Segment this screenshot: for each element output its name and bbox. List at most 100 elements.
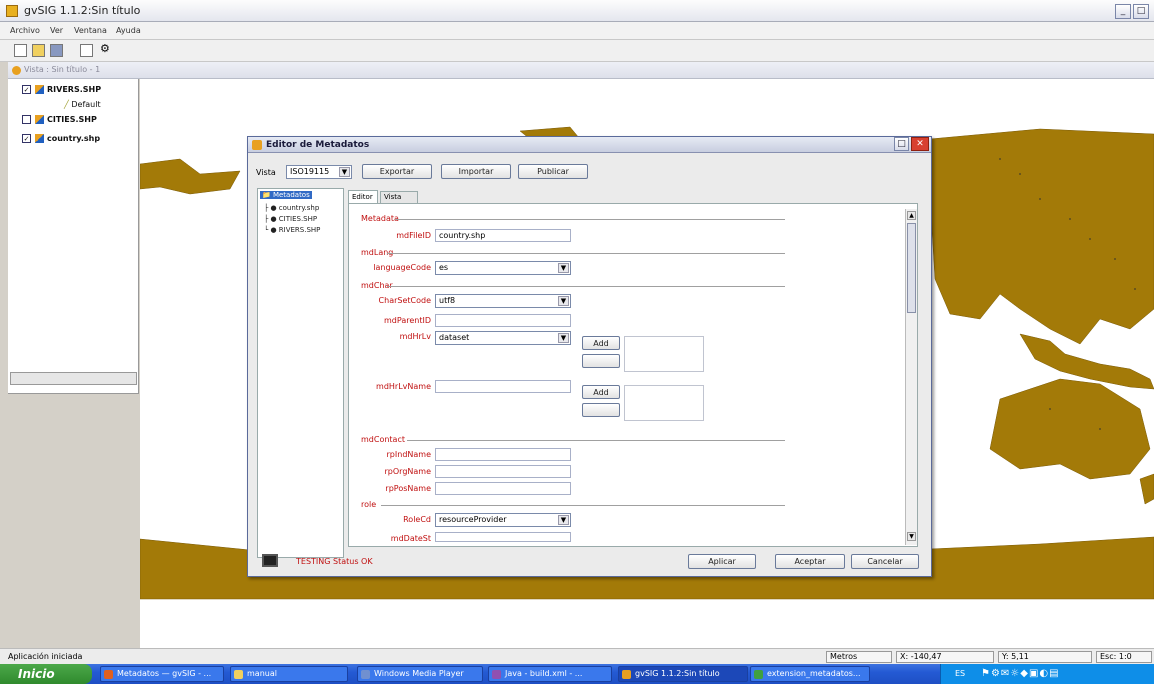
tree-item[interactable]: ├ ● CITIES.SHP [264, 215, 317, 223]
mdparentid-label: mdParentID [384, 316, 431, 325]
task-button[interactable]: Java - build.xml - ... [488, 666, 612, 682]
layer-icon [35, 115, 44, 124]
mdhrlvname-field[interactable] [435, 380, 571, 393]
menu-ver[interactable]: Ver [50, 26, 63, 35]
task-button[interactable]: Windows Media Player [357, 666, 483, 682]
editor-vertical-scrollbar[interactable]: ▲ ▼ [905, 209, 917, 545]
minimize-button[interactable]: _ [1115, 4, 1131, 19]
app-title-bar: gvSIG 1.1.2:Sin título _ □ [0, 0, 1154, 22]
tab-editor[interactable]: Editor [348, 190, 378, 204]
rpposname-field[interactable] [435, 482, 571, 495]
chevron-down-icon: ▼ [558, 263, 569, 273]
tree-item[interactable]: └ ● RIVERS.SHP [264, 226, 320, 234]
mdparentid-field[interactable] [435, 314, 571, 327]
window-icon[interactable] [80, 44, 93, 57]
add-button[interactable]: Add [582, 336, 620, 350]
layer-checkbox[interactable]: ✓ [22, 85, 31, 94]
layer-cities[interactable]: CITIES.SHP [22, 115, 97, 129]
y-coordinate-cell: Y: 5,11 [998, 651, 1092, 663]
mdhrlv-list[interactable] [624, 336, 704, 372]
dialog-close-button[interactable]: ✕ [911, 137, 929, 151]
chevron-down-icon: ▼ [558, 296, 569, 306]
maximize-button[interactable]: □ [1133, 4, 1149, 19]
charsetcode-select[interactable]: utf8 ▼ [435, 294, 571, 308]
toc-horizontal-scrollbar[interactable] [10, 372, 137, 385]
remove-button[interactable] [582, 354, 620, 368]
layer-icon [35, 85, 44, 94]
section-role: role [361, 500, 377, 509]
mdfileid-field[interactable]: country.shp [435, 229, 571, 242]
cancel-button[interactable]: Cancelar [851, 554, 919, 569]
scroll-down-icon[interactable]: ▼ [907, 532, 916, 541]
task-button[interactable]: manual [230, 666, 348, 682]
publish-button[interactable]: Publicar [518, 164, 588, 179]
view-icon [12, 66, 21, 75]
new-icon[interactable] [14, 44, 27, 57]
task-button[interactable]: Metadatos — gvSIG - ... [100, 666, 224, 682]
rpposname-label: rpPosName [385, 484, 431, 493]
save-icon[interactable] [50, 44, 63, 57]
australia-land [989, 378, 1151, 480]
layer-rivers[interactable]: ✓ RIVERS.SHP [22, 85, 101, 99]
rolecode-label: RoleCd [403, 515, 431, 524]
editor-icon [252, 140, 262, 150]
app-title: gvSIG 1.1.2:Sin título [24, 4, 141, 17]
open-icon[interactable] [32, 44, 45, 57]
tools-icon[interactable]: ⚙ [100, 42, 113, 55]
layer-country[interactable]: ✓ country.shp [22, 134, 100, 148]
remove-button[interactable] [582, 403, 620, 417]
menu-ventana[interactable]: Ventana [74, 26, 107, 35]
section-metadata: Metadata [361, 214, 399, 223]
locator-panel [8, 393, 139, 648]
tray-icons[interactable]: ⚑⚙✉☼◆▣◐▤ [981, 668, 1060, 679]
status-text: TESTING Status OK [296, 557, 373, 566]
status-message: Aplicación iniciada [8, 652, 83, 661]
tree-item[interactable]: ├ ● country.shp [264, 204, 319, 212]
layer-checkbox[interactable]: ✓ [22, 134, 31, 143]
asia-land [929, 128, 1154, 345]
status-bar: Aplicación iniciada Metros X: -140,47 Y:… [0, 648, 1154, 664]
charsetcode-label: CharSetCode [378, 296, 431, 305]
dialog-title-bar: Editor de Metadatos □ ✕ [248, 137, 931, 153]
mddatest-label: mdDateSt [390, 534, 431, 543]
layer-checkbox[interactable] [22, 115, 31, 124]
apply-button[interactable]: Aplicar [688, 554, 756, 569]
metadata-editor-dialog: Editor de Metadatos □ ✕ Vista ISO19115 ▼ … [247, 136, 932, 577]
mdhrlvname-label: mdHrLvName [376, 382, 431, 391]
units-cell: Metros [826, 651, 892, 663]
import-button[interactable]: Importar [441, 164, 511, 179]
dialog-maximize-button[interactable]: □ [894, 137, 909, 151]
languagecode-select[interactable]: es ▼ [435, 261, 571, 275]
scroll-up-icon[interactable]: ▲ [907, 211, 916, 220]
rporgname-field[interactable] [435, 465, 571, 478]
mdhrlv-label: mdHrLv [399, 332, 431, 341]
mddatest-field[interactable] [435, 532, 571, 542]
new-zealand-land [1139, 473, 1154, 505]
task-button[interactable]: gvSIG 1.1.2:Sin título [618, 666, 748, 682]
start-button[interactable]: Inicio [0, 664, 92, 684]
vista-label: Vista [256, 168, 276, 177]
windows-taskbar: Inicio Metadatos — gvSIG - ... manual Wi… [0, 664, 1154, 684]
mdhrlv-select[interactable]: dataset ▼ [435, 331, 571, 345]
tree-root[interactable]: 📁 Metadatos [260, 191, 312, 199]
language-indicator[interactable]: ES [955, 669, 965, 678]
view-title: Vista : Sin título - 1 [24, 65, 101, 74]
export-button[interactable]: Exportar [362, 164, 432, 179]
task-button[interactable]: extension_metadatos... [750, 666, 870, 682]
gvsig-app-icon [6, 5, 18, 17]
layer-icon [35, 134, 44, 143]
view-title-bar: Vista : Sin título - 1 [8, 62, 1154, 79]
legend-default: ╱ Default [64, 100, 101, 109]
menu-ayuda[interactable]: Ayuda [116, 26, 141, 35]
vista-select[interactable]: ISO19115 ▼ [286, 165, 352, 179]
rporgname-label: rpOrgName [384, 467, 432, 476]
rolecode-select[interactable]: resourceProvider ▼ [435, 513, 571, 527]
accept-button[interactable]: Aceptar [775, 554, 845, 569]
scroll-thumb[interactable] [907, 223, 916, 313]
mdfileid-label: mdFileID [396, 231, 431, 240]
add-button[interactable]: Add [582, 385, 620, 399]
menu-archivo[interactable]: Archivo [10, 26, 40, 35]
dialog-title: Editor de Metadatos [266, 140, 370, 150]
rpindname-field[interactable] [435, 448, 571, 461]
mdhrlvname-list[interactable] [624, 385, 704, 421]
